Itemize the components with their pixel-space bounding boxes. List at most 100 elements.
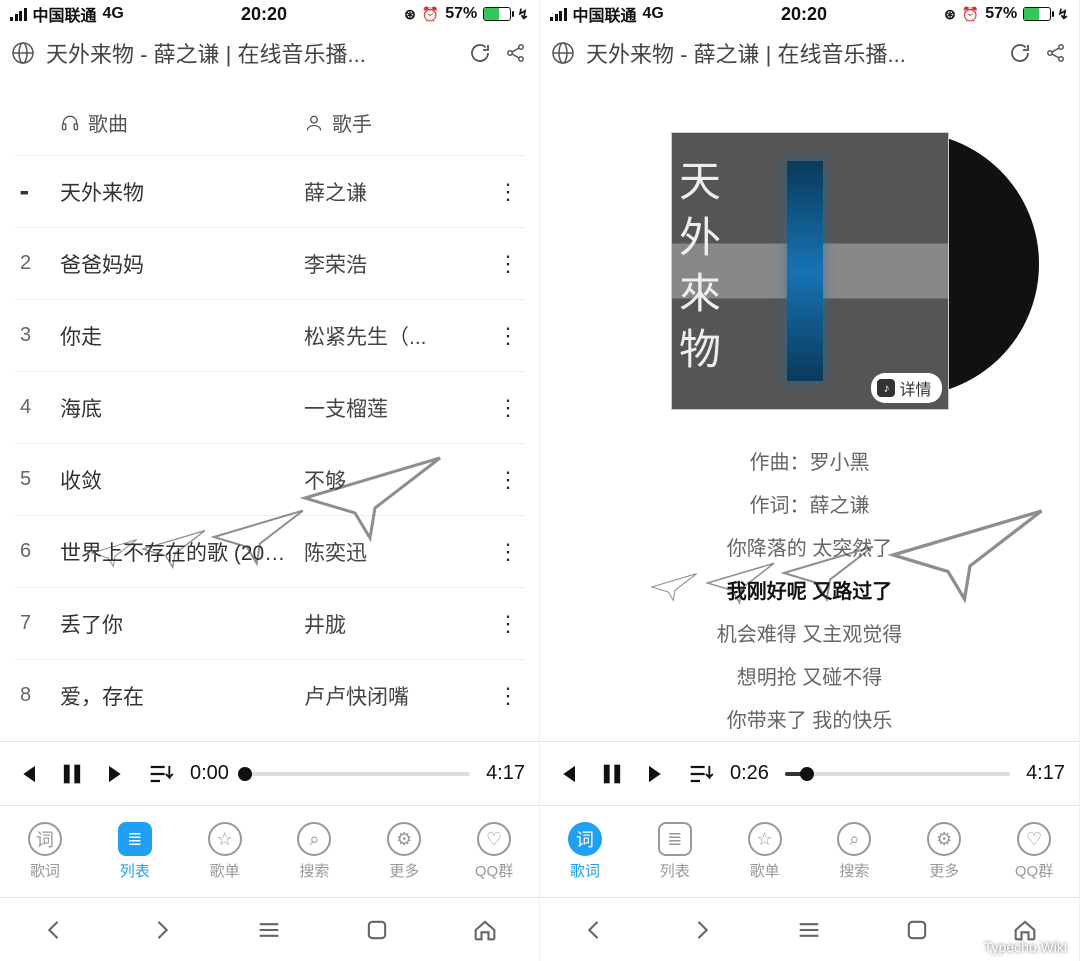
nav-playlist-icon: ☆ [208,822,242,856]
nav-search-icon: ⌕ [297,822,331,856]
page-title[interactable]: 天外来物 - 薛之谦 | 在线音乐播... [46,37,457,69]
nav-playlist[interactable]: ☆歌单 [720,806,810,897]
row-more-button[interactable]: ⋮ [491,179,525,205]
list-header: 歌曲 歌手 [14,88,525,155]
tabs-button[interactable] [361,914,393,946]
tabs-button[interactable] [901,914,933,946]
song-row[interactable]: 2爸爸妈妈李荣浩⋮ [14,227,525,299]
nav-lyric-label: 歌词 [30,860,60,881]
lyrics-box[interactable]: 作曲：罗小黑作词：薛之谦你降落的 太突然了我刚好呢 又路过了机会难得 又主观觉得… [554,446,1065,733]
battery-pct-label: 57% [985,5,1017,23]
detail-button-label: 详情 [899,376,931,400]
nav-qq-icon: ♡ [477,822,511,856]
pause-button[interactable] [598,760,626,788]
current-time: 0:00 [190,762,229,785]
refresh-button[interactable] [467,40,493,66]
nav-list-icon: ≣ [658,822,692,856]
row-more-button[interactable]: ⋮ [491,611,525,637]
status-bar: 中国联通 4G 20:20 ⊛ ⏰ 57% ↯ [540,0,1079,28]
nav-qq[interactable]: ♡ QQ群 [449,806,539,897]
song-row[interactable]: 3你走松紧先生（...⋮ [14,299,525,371]
order-button[interactable] [686,760,714,788]
pause-button[interactable] [58,760,86,788]
back-button[interactable] [578,914,610,946]
nav-playlist-label: 歌单 [750,860,780,881]
player-bar: 0:26 4:17 [540,741,1079,805]
row-artist: 陈奕迅 [304,537,491,567]
song-row[interactable]: 8爱，存在卢卢快闭嘴⋮ [14,659,525,731]
nav-more[interactable]: ⚙更多 [359,806,449,897]
album-cover[interactable]: 天外來物 ♪ 详情 [671,132,949,410]
alarm-icon: ⏰ [962,6,979,23]
nav-list[interactable]: ≣列表 [630,806,720,897]
detail-button[interactable]: ♪ 详情 [871,373,941,403]
next-button[interactable] [102,760,130,788]
row-more-button[interactable]: ⋮ [491,251,525,277]
row-more-button[interactable]: ⋮ [491,683,525,709]
pane-list: 中国联通 4G 20:20 ⊛ ⏰ 57% ↯ 天外来物 - 薛之谦 | 在线音… [0,0,540,961]
home-button[interactable] [469,914,501,946]
nav-more[interactable]: ⚙更多 [899,806,989,897]
nav-list[interactable]: ≣列表 [90,806,180,897]
home-button[interactable] [1009,914,1041,946]
nav-search[interactable]: ⌕搜索 [809,806,899,897]
progress-knob [800,767,814,781]
nav-search-label: 搜索 [299,860,329,881]
prev-button[interactable] [554,760,582,788]
nav-lyric-icon: 词 [28,822,62,856]
share-button[interactable] [503,40,529,66]
song-row[interactable]: 4海底一支榴莲⋮ [14,371,525,443]
carrier-label: 中国联通 [33,2,97,26]
nav-search-label: 搜索 [839,860,869,881]
nav-qq[interactable]: ♡QQ群 [989,806,1079,897]
prev-button[interactable] [14,760,42,788]
song-row[interactable]: 6世界上不存在的歌 (2020重...陈奕迅⋮ [14,515,525,587]
menu-button[interactable] [793,914,825,946]
next-button[interactable] [642,760,670,788]
row-index [14,180,60,203]
nav-qq-label: QQ群 [475,860,513,881]
forward-button[interactable] [146,914,178,946]
bottom-nav: 词歌词≣列表☆歌单⌕搜索⚙更多♡QQ群 [540,805,1079,897]
row-more-button[interactable]: ⋮ [491,395,525,421]
page-title[interactable]: 天外来物 - 薛之谦 | 在线音乐播... [586,37,997,69]
nav-lyric[interactable]: 词歌词 [540,806,630,897]
browser-title-bar: 天外来物 - 薛之谦 | 在线音乐播... [540,28,1079,78]
player-bar: 0:00 4:17 [0,741,539,805]
nav-search[interactable]: ⌕ 搜索 [269,806,359,897]
nav-more-icon: ⚙ [387,822,421,856]
progress-knob [238,767,252,781]
row-more-button[interactable]: ⋮ [491,467,525,493]
back-button[interactable] [38,914,70,946]
song-row[interactable]: 5收敛不够⋮ [14,443,525,515]
row-index: 4 [14,396,60,419]
row-more-button[interactable]: ⋮ [491,539,525,565]
row-artist: 薛之谦 [304,177,491,207]
nav-playlist[interactable]: ☆歌单 [180,806,270,897]
share-button[interactable] [1043,40,1069,66]
battery-icon [483,7,511,21]
forward-button[interactable] [686,914,718,946]
row-index: 3 [14,324,60,347]
globe-icon [550,40,576,66]
charging-icon: ↯ [517,6,529,23]
row-artist: 松紧先生（... [304,321,491,351]
globe-icon [10,40,36,66]
order-button[interactable] [146,760,174,788]
row-title: 海底 [60,393,304,423]
headphone-icon [60,113,80,133]
clock-label: 20:20 [241,4,287,25]
row-more-button[interactable]: ⋮ [491,323,525,349]
lyric-line: 你带来了 我的快乐 [727,704,893,733]
progress-bar[interactable] [245,772,470,776]
progress-bar[interactable] [785,772,1010,776]
row-title: 收敛 [60,465,304,495]
song-row[interactable]: 天外来物薛之谦⋮ [14,155,525,227]
row-title: 爸爸妈妈 [60,249,304,279]
music-note-icon: ♪ [877,379,895,397]
browser-toolbar [0,897,539,961]
song-row[interactable]: 7丢了你井胧⋮ [14,587,525,659]
menu-button[interactable] [253,914,285,946]
nav-lyric[interactable]: 词歌词 [0,806,90,897]
refresh-button[interactable] [1007,40,1033,66]
